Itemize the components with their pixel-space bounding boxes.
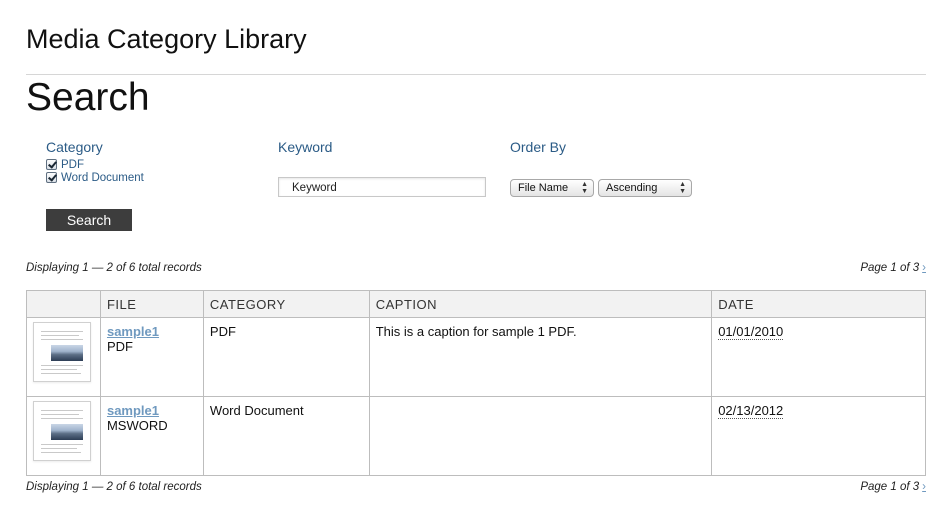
caption-cell: This is a caption for sample 1 PDF.	[368, 317, 713, 397]
category-cell: PDF	[202, 317, 370, 397]
pdf-checkbox[interactable]	[46, 159, 57, 170]
thumbnail-cell	[26, 317, 101, 397]
keyword-input[interactable]	[278, 177, 486, 197]
order-direction-select[interactable]: Ascending ▲ ▼	[598, 179, 692, 197]
page-indicator: Page 1 of 3	[860, 481, 920, 493]
word-document-checkbox-label: Word Document	[61, 171, 144, 184]
file-type: MSWORD	[106, 418, 168, 433]
record-count-top: Displaying 1 — 2 of 6 total records	[26, 262, 202, 274]
site-title: Media Category Library	[26, 24, 307, 54]
file-link[interactable]: sample1	[107, 403, 159, 418]
order-by-filter: Order By	[510, 139, 566, 157]
pagination-top: Page 1 of 3 ›	[860, 262, 926, 274]
category-label: Category	[46, 139, 103, 155]
thumbnail-cell	[26, 396, 101, 476]
column-header-thumbnail	[26, 290, 101, 318]
next-page-link[interactable]: ›	[922, 262, 926, 274]
category-option-pdf[interactable]: PDF	[46, 158, 144, 171]
keyword-filter: Keyword	[278, 139, 332, 157]
date-value: 01/01/2010	[718, 324, 784, 340]
date-value: 02/13/2012	[718, 403, 784, 419]
file-cell: sample1 MSWORD	[99, 396, 204, 476]
page-title: Search	[26, 76, 150, 119]
file-cell: sample1 PDF	[99, 317, 204, 397]
document-thumbnail-icon[interactable]	[33, 322, 91, 382]
file-type: PDF	[106, 339, 133, 354]
table-row: sample1 PDF PDF This is a caption for sa…	[26, 317, 926, 397]
select-arrows-icon: ▲ ▼	[679, 181, 686, 195]
next-page-link[interactable]: ›	[922, 481, 926, 493]
category-cell: Word Document	[202, 396, 370, 476]
caption-cell	[368, 396, 713, 476]
document-thumbnail-icon[interactable]	[33, 401, 91, 461]
page-indicator: Page 1 of 3	[860, 262, 920, 274]
order-field-value: File Name	[518, 182, 569, 194]
pagination-bottom: Page 1 of 3 ›	[860, 481, 926, 493]
date-cell: 01/01/2010	[711, 317, 926, 397]
order-direction-value: Ascending	[606, 182, 658, 194]
keyword-label: Keyword	[278, 139, 333, 155]
order-field-select[interactable]: File Name ▲ ▼	[510, 179, 594, 197]
pdf-checkbox-label: PDF	[61, 158, 84, 171]
table-header-row: FILE CATEGORY CAPTION DATE	[26, 290, 926, 318]
results-table: FILE CATEGORY CAPTION DATE sample1 PDF P…	[26, 290, 926, 476]
column-header-caption[interactable]: CAPTION	[368, 290, 713, 318]
date-cell: 02/13/2012	[711, 396, 926, 476]
table-row: sample1 MSWORD Word Document 02/13/2012	[26, 396, 926, 476]
search-button[interactable]: Search	[46, 209, 132, 231]
word-document-checkbox[interactable]	[46, 172, 57, 183]
category-filter: Category PDF Word Document	[46, 139, 144, 184]
record-count-bottom: Displaying 1 — 2 of 6 total records	[26, 481, 202, 493]
file-link[interactable]: sample1	[107, 324, 159, 339]
column-header-date[interactable]: DATE	[711, 290, 926, 318]
column-header-file[interactable]: FILE	[99, 290, 204, 318]
column-header-category[interactable]: CATEGORY	[202, 290, 370, 318]
select-arrows-icon: ▲ ▼	[581, 181, 588, 195]
order-by-label: Order By	[510, 139, 567, 155]
category-option-word[interactable]: Word Document	[46, 171, 144, 184]
header-divider	[26, 74, 926, 75]
